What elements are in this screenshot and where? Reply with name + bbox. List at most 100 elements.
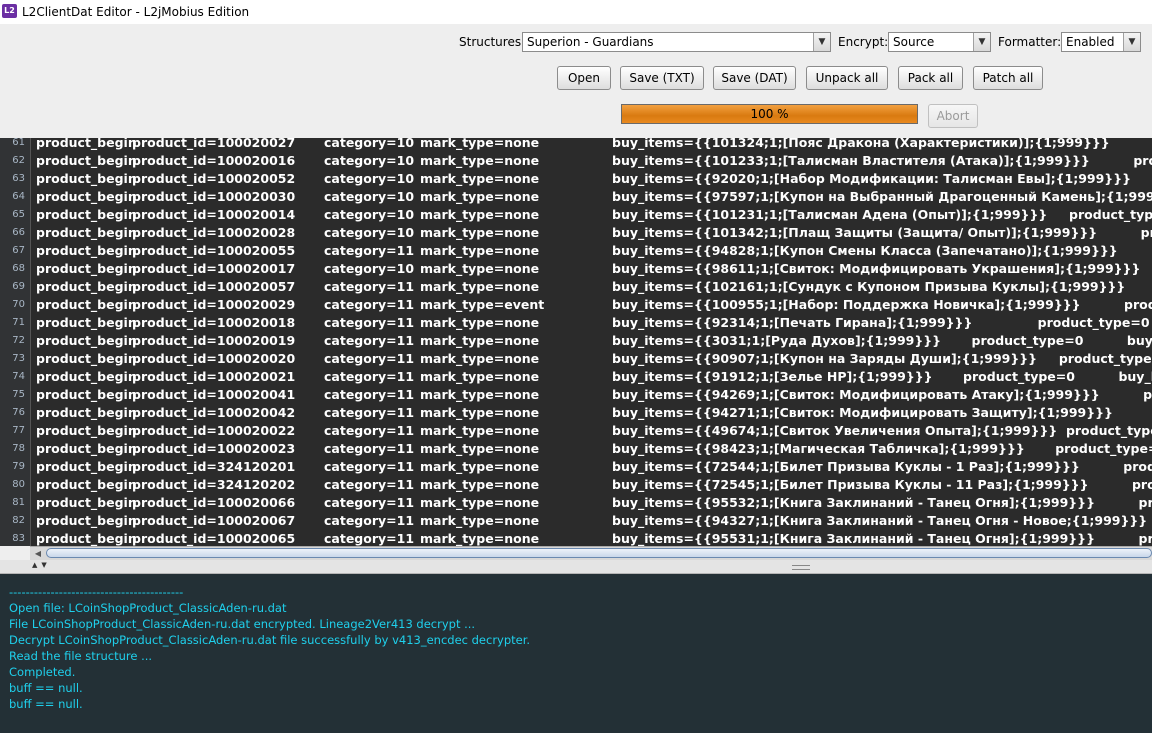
code-category: category=11 xyxy=(324,333,415,348)
progress-text: 100 % xyxy=(750,107,789,121)
code-mark-type: mark_type=none xyxy=(420,315,540,330)
code-buy-items: buy_items={{98611;1;[Свиток: Модифициров… xyxy=(612,261,1141,276)
code-keyword: product_begin xyxy=(36,369,137,384)
progress-bar: 100 % xyxy=(621,104,918,124)
editor-line[interactable]: 83 product_begin product_id=100020065 categ… xyxy=(0,530,1152,546)
code-keyword: product_begin xyxy=(36,333,137,348)
code-category: category=11 xyxy=(324,459,415,474)
editor-line[interactable]: 68 product_begin product_id=100020017 categ… xyxy=(0,260,1152,278)
split-arrows-icon[interactable]: ▲▼ xyxy=(32,561,51,569)
line-number: 76 xyxy=(12,407,25,418)
structures-select[interactable]: Superion - Guardians ▼ xyxy=(522,32,831,52)
line-number: 75 xyxy=(12,389,25,400)
log-line: ----------------------------------------… xyxy=(9,585,184,599)
editor-line[interactable]: 65 product_begin product_id=100020014 categ… xyxy=(0,206,1152,224)
code-mark-type: mark_type=none xyxy=(420,387,540,402)
encrypt-label: Encrypt: xyxy=(838,35,889,49)
line-number: 63 xyxy=(12,173,25,184)
code-keyword: product_begin xyxy=(36,171,137,186)
editor-line[interactable]: 81 product_begin product_id=100020066 categ… xyxy=(0,494,1152,512)
code-keyword: product_begin xyxy=(36,138,137,150)
editor-line[interactable]: 78 product_begin product_id=100020023 categ… xyxy=(0,440,1152,458)
formatter-select[interactable]: Enabled ▼ xyxy=(1061,32,1141,52)
code-buy-items: buy_items={{3031;1;[Руда Духов];{1;999}}… xyxy=(612,333,1152,348)
editor-line[interactable]: 77 product_begin product_id=100020022 categ… xyxy=(0,422,1152,440)
code-category: category=11 xyxy=(324,441,415,456)
open-button[interactable]: Open xyxy=(557,66,611,90)
editor-line[interactable]: 74 product_begin product_id=100020021 categ… xyxy=(0,368,1152,386)
line-number: 68 xyxy=(12,263,25,274)
log-line: Open file: LCoinShopProduct_ClassicAden-… xyxy=(9,601,287,615)
editor-line[interactable]: 82 product_begin product_id=100020067 categ… xyxy=(0,512,1152,530)
line-number: 61 xyxy=(12,138,25,148)
line-number: 81 xyxy=(12,497,25,508)
code-buy-items: buy_items={{100955;1;[Набор: Поддержка Н… xyxy=(612,297,1152,312)
code-keyword: product_begin xyxy=(36,387,137,402)
editor-line[interactable]: 64 product_begin product_id=100020030 categ… xyxy=(0,188,1152,206)
editor-line[interactable]: 76 product_begin product_id=100020042 categ… xyxy=(0,404,1152,422)
editor-line[interactable]: 63 product_begin product_id=100020052 categ… xyxy=(0,170,1152,188)
unpack-all-button[interactable]: Unpack all xyxy=(806,66,888,90)
line-number: 62 xyxy=(12,155,25,166)
code-mark-type: mark_type=none xyxy=(420,261,540,276)
code-product-id: product_id=100020014 xyxy=(132,207,296,222)
editor-line[interactable]: 71 product_begin product_id=100020018 categ… xyxy=(0,314,1152,332)
code-buy-items: buy_items={{101231;1;[Талисман Адена (Оп… xyxy=(612,207,1152,222)
line-number: 77 xyxy=(12,425,25,436)
code-category: category=10 xyxy=(324,261,415,276)
editor-line[interactable]: 73 product_begin product_id=100020020 categ… xyxy=(0,350,1152,368)
split-pane-divider[interactable]: ▲▼ xyxy=(0,560,1152,574)
editor-line[interactable]: 67 product_begin product_id=100020055 categ… xyxy=(0,242,1152,260)
code-product-id: product_id=100020020 xyxy=(132,351,296,366)
editor-line[interactable]: 66 product_begin product_id=100020028 categ… xyxy=(0,224,1152,242)
code-category: category=11 xyxy=(324,279,415,294)
encrypt-select[interactable]: Source ▼ xyxy=(888,32,991,52)
code-buy-items: buy_items={{49674;1;[Свиток Увеличения О… xyxy=(612,423,1152,438)
horizontal-scrollbar[interactable]: ◀ xyxy=(30,546,1152,560)
code-keyword: product_begin xyxy=(36,513,137,528)
code-buy-items: buy_items={{92314;1;[Печать Гирана];{1;9… xyxy=(612,315,1150,330)
code-keyword: product_begin xyxy=(36,153,137,168)
save-txt-button[interactable]: Save (TXT) xyxy=(620,66,704,90)
code-category: category=11 xyxy=(324,243,415,258)
code-keyword: product_begin xyxy=(36,279,137,294)
editor-line[interactable]: 70 product_begin product_id=100020029 categ… xyxy=(0,296,1152,314)
code-mark-type: mark_type=none xyxy=(420,279,540,294)
code-category: category=11 xyxy=(324,387,415,402)
editor-line[interactable]: 72 product_begin product_id=100020019 categ… xyxy=(0,332,1152,350)
code-product-id: product_id=100020041 xyxy=(132,387,296,402)
code-mark-type: mark_type=none xyxy=(420,225,540,240)
patch-all-button[interactable]: Patch all xyxy=(973,66,1043,90)
text-editor[interactable]: 61 product_begin product_id=100020027 categ… xyxy=(0,138,1152,546)
abort-button[interactable]: Abort xyxy=(928,104,978,128)
save-dat-button[interactable]: Save (DAT) xyxy=(713,66,796,90)
code-product-id: product_id=100020042 xyxy=(132,405,296,420)
editor-line[interactable]: 62 product_begin product_id=100020016 categ… xyxy=(0,152,1152,170)
formatter-label: Formatter: xyxy=(998,35,1062,49)
code-category: category=10 xyxy=(324,189,415,204)
line-number: 83 xyxy=(12,533,25,544)
code-keyword: product_begin xyxy=(36,495,137,510)
line-number: 79 xyxy=(12,461,25,472)
code-mark-type: mark_type=none xyxy=(420,333,540,348)
code-product-id: product_id=100020017 xyxy=(132,261,296,276)
line-number: 82 xyxy=(12,515,25,526)
code-product-id: product_id=100020029 xyxy=(132,297,296,312)
code-keyword: product_begin xyxy=(36,459,137,474)
toolbar: Structures Superion - Guardians ▼ Encryp… xyxy=(0,24,1152,138)
editor-line[interactable]: 61 product_begin product_id=100020027 categ… xyxy=(0,138,1152,152)
code-product-id: product_id=100020023 xyxy=(132,441,296,456)
editor-line[interactable]: 80 product_begin product_id=324120202 categ… xyxy=(0,476,1152,494)
editor-line[interactable]: 75 product_begin product_id=100020041 categ… xyxy=(0,386,1152,404)
editor-line[interactable]: 69 product_begin product_id=100020057 categ… xyxy=(0,278,1152,296)
code-buy-items: buy_items={{97597;1;[Купон на Выбранный … xyxy=(612,189,1152,204)
pack-all-button[interactable]: Pack all xyxy=(898,66,963,90)
scroll-left-icon[interactable]: ◀ xyxy=(32,548,44,559)
encrypt-value: Source xyxy=(893,35,935,49)
code-keyword: product_begin xyxy=(36,225,137,240)
editor-line[interactable]: 79 product_begin product_id=324120201 categ… xyxy=(0,458,1152,476)
code-product-id: product_id=100020057 xyxy=(132,279,296,294)
scrollbar-thumb[interactable] xyxy=(46,548,1152,558)
split-grip-icon[interactable] xyxy=(792,565,810,570)
code-keyword: product_begin xyxy=(36,477,137,492)
